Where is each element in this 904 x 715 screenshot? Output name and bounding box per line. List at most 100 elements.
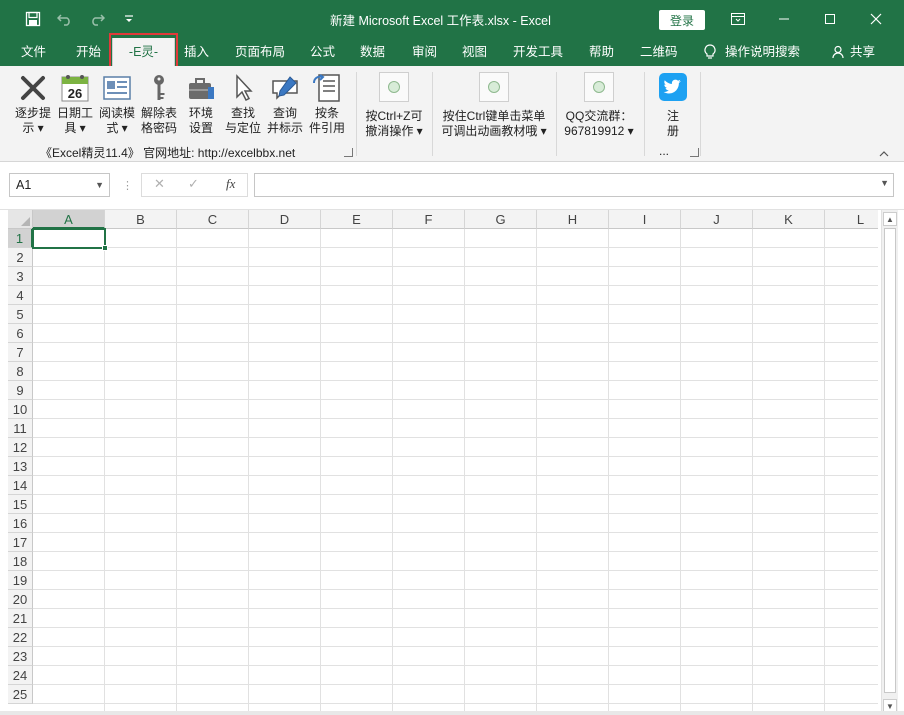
vertical-scrollbar[interactable]: ▲ ▼: [881, 210, 898, 715]
row-header[interactable]: 21: [8, 609, 33, 628]
remove-password-button[interactable]: 解除表 格密码: [138, 72, 180, 136]
tab-data[interactable]: 数据: [360, 38, 385, 66]
ribbon-separator: [700, 72, 701, 156]
close-icon[interactable]: [853, 0, 899, 38]
chevron-down-icon[interactable]: ▼: [95, 174, 104, 196]
column-header[interactable]: G: [465, 210, 537, 229]
tab-home[interactable]: 开始: [76, 38, 101, 66]
row-header[interactable]: 12: [8, 438, 33, 457]
ribbon-display-icon[interactable]: [715, 0, 761, 38]
tab-view[interactable]: 视图: [462, 38, 487, 66]
row-header[interactable]: 16: [8, 514, 33, 533]
row-header[interactable]: 20: [8, 590, 33, 609]
document-list-icon: [311, 72, 343, 104]
column-header[interactable]: J: [681, 210, 753, 229]
row-header[interactable]: 19: [8, 571, 33, 590]
conditional-reference-button[interactable]: 按条 件引用: [306, 72, 348, 136]
step-hint-button[interactable]: 逐步提 示 ▾: [12, 72, 54, 136]
row-header[interactable]: 10: [8, 400, 33, 419]
ribbon-ellipsis[interactable]: ...: [659, 144, 669, 158]
cell-area[interactable]: [33, 229, 878, 715]
select-all-button[interactable]: [8, 210, 33, 229]
fill-handle[interactable]: [102, 245, 108, 251]
row-header[interactable]: 4: [8, 286, 33, 305]
column-header[interactable]: B: [105, 210, 177, 229]
row-header[interactable]: 24: [8, 666, 33, 685]
column-header[interactable]: H: [537, 210, 609, 229]
environment-settings-button[interactable]: 环境 设置: [180, 72, 222, 136]
radio-dot-icon: [584, 72, 614, 102]
redo-icon[interactable]: [86, 8, 108, 30]
scroll-up-icon[interactable]: ▲: [883, 212, 897, 226]
register-button[interactable]: 注 册: [654, 72, 692, 139]
row-header[interactable]: 17: [8, 533, 33, 552]
save-icon[interactable]: [22, 8, 44, 30]
row-header[interactable]: 14: [8, 476, 33, 495]
tab-formulas[interactable]: 公式: [310, 38, 335, 66]
row-header[interactable]: 7: [8, 343, 33, 362]
column-header[interactable]: L: [825, 210, 878, 229]
tab-insert[interactable]: 插入: [184, 38, 209, 66]
row-header[interactable]: 13: [8, 457, 33, 476]
qq-group-button[interactable]: QQ交流群： 967819912 ▾: [560, 72, 638, 139]
tab-review[interactable]: 审阅: [412, 38, 437, 66]
tab-file[interactable]: 文件: [21, 38, 46, 66]
ribbon-tab-bar: 文件 开始 -E灵- 插入 页面布局 公式 数据 审阅 视图 开发工具 帮助 二…: [0, 38, 904, 66]
row-header[interactable]: 5: [8, 305, 33, 324]
x-mark-icon: [17, 72, 49, 104]
tab-qrcode[interactable]: 二维码: [640, 38, 678, 66]
insert-function-icon[interactable]: fx: [226, 176, 235, 192]
name-box[interactable]: A1 ▼: [9, 173, 110, 197]
date-tool-button[interactable]: 26 日期工 具 ▾: [54, 72, 96, 136]
date-tool-label-1: 日期工: [56, 106, 93, 120]
find-locate-button[interactable]: 查找 与定位: [222, 72, 264, 136]
tab-developer[interactable]: 开发工具: [513, 38, 563, 66]
formula-bar-grip-icon[interactable]: ⋮: [122, 179, 133, 192]
column-header[interactable]: F: [393, 210, 465, 229]
undo-icon[interactable]: [54, 8, 76, 30]
cancel-entry-icon[interactable]: ✕: [154, 176, 165, 192]
animation-tutorial-button[interactable]: 按住Ctrl键单击菜单 可调出动画教材哦 ▾: [438, 72, 550, 139]
share-button[interactable]: 共享: [832, 38, 875, 66]
row-header[interactable]: 6: [8, 324, 33, 343]
minimize-icon[interactable]: [761, 0, 807, 38]
row-header[interactable]: 25: [8, 685, 33, 704]
maximize-icon[interactable]: [807, 0, 853, 38]
row-header[interactable]: 11: [8, 419, 33, 438]
row-header[interactable]: 9: [8, 381, 33, 400]
row-header[interactable]: 18: [8, 552, 33, 571]
column-header[interactable]: A: [33, 210, 105, 229]
customize-qat-icon[interactable]: [118, 8, 140, 30]
row-header[interactable]: 8: [8, 362, 33, 381]
column-header[interactable]: C: [177, 210, 249, 229]
tab-help[interactable]: 帮助: [589, 38, 614, 66]
tab-e-ling[interactable]: -E灵-: [112, 38, 175, 66]
row-header[interactable]: 23: [8, 647, 33, 666]
chevron-down-icon[interactable]: ▼: [880, 178, 889, 188]
row-header[interactable]: 1: [8, 229, 33, 248]
confirm-entry-icon[interactable]: ✓: [188, 176, 199, 192]
row-header[interactable]: 3: [8, 267, 33, 286]
reading-mode-button[interactable]: 阅读模 式 ▾: [96, 72, 138, 136]
column-header[interactable]: D: [249, 210, 321, 229]
query-mark-button[interactable]: 查询 并标示: [264, 72, 306, 136]
column-header[interactable]: I: [609, 210, 681, 229]
active-cell[interactable]: [32, 228, 106, 249]
formula-input[interactable]: ▼: [254, 173, 894, 197]
dialog-launcher-icon[interactable]: [344, 148, 353, 157]
column-header[interactable]: K: [753, 210, 825, 229]
undo-hint-button[interactable]: 按Ctrl+Z可 撤消操作 ▾: [362, 72, 426, 139]
date-tool-label-2: 具 ▾: [64, 121, 86, 135]
tell-me-search[interactable]: 操作说明搜索: [704, 38, 800, 66]
row-header[interactable]: 22: [8, 628, 33, 647]
calendar-badge: 26: [68, 86, 82, 101]
row-header[interactable]: 15: [8, 495, 33, 514]
scrollbar-thumb[interactable]: [884, 228, 896, 693]
conditional-reference-label-1: 按条: [314, 106, 339, 120]
column-header[interactable]: E: [321, 210, 393, 229]
row-header[interactable]: 2: [8, 248, 33, 267]
login-button[interactable]: 登录: [659, 10, 705, 30]
tab-page-layout[interactable]: 页面布局: [235, 38, 285, 66]
collapse-ribbon-icon[interactable]: [879, 149, 889, 160]
dialog-launcher-icon[interactable]: [690, 148, 699, 157]
